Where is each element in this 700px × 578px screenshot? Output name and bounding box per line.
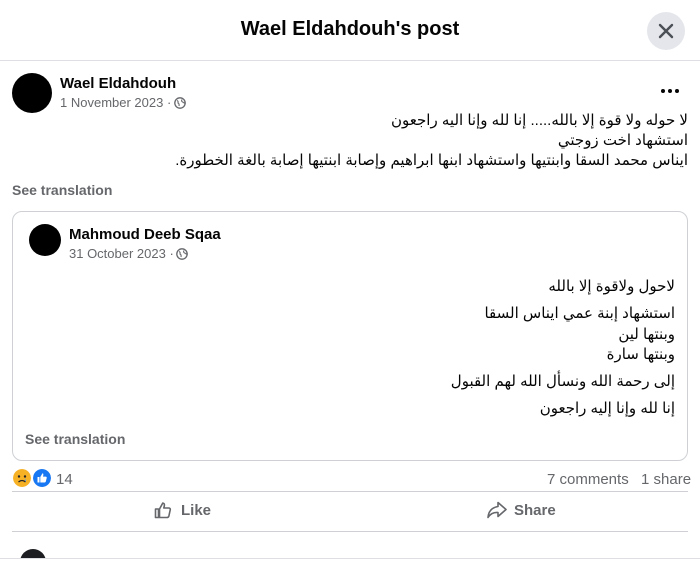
shared-text-line: استشهاد إبنة عمي ايناس السقا: [484, 305, 675, 322]
dialog-title: Wael Eldahdouh's post: [240, 18, 460, 40]
shared-text-line: وبنتها سارة: [606, 346, 675, 363]
shared-see-translation-link[interactable]: See translation: [25, 431, 125, 447]
share-label: Share: [514, 502, 556, 519]
dialog-footer: [0, 558, 700, 578]
post-text-line: استشهاد اخت زوجتي: [557, 132, 688, 149]
like-reaction-icon: [32, 468, 52, 488]
share-button[interactable]: Share: [484, 494, 564, 526]
shared-date-text: 31 October 2023: [69, 246, 166, 261]
comments-count[interactable]: 7 comments: [547, 471, 629, 488]
author-name[interactable]: Wael Eldahdouh: [60, 75, 176, 92]
divider: [12, 531, 688, 532]
shared-text-line: لاحول ولاقوة إلا بالله: [548, 278, 675, 295]
globe-icon: [176, 248, 188, 260]
divider: [12, 491, 688, 492]
close-icon: [658, 23, 674, 39]
dialog-header: Wael Eldahdouh's post: [0, 0, 700, 61]
share-icon: [487, 501, 507, 519]
author-avatar[interactable]: [12, 73, 52, 113]
thumbs-up-icon: [154, 502, 172, 519]
post-text-line: لا حوله ولا قوة إلا بالله..... إنا لله و…: [391, 112, 688, 129]
close-button[interactable]: [647, 12, 685, 50]
date-separator: ·: [169, 246, 174, 261]
post-text-line: ايناس محمد السقا وابنتيها واستشهاد ابنها…: [175, 152, 688, 169]
like-label: Like: [181, 502, 212, 519]
shares-count[interactable]: 1 share: [641, 471, 691, 488]
sad-reaction-icon: [12, 468, 32, 488]
shared-author-name[interactable]: Mahmoud Deeb Sqaa: [69, 226, 221, 243]
more-icon: [661, 89, 679, 93]
like-button[interactable]: Like: [150, 494, 230, 526]
post-date-text: 1 November 2023: [60, 95, 164, 110]
see-translation-link[interactable]: See translation: [12, 182, 112, 198]
shared-text-line: وبنتها لين: [618, 326, 675, 343]
date-separator: ·: [166, 95, 172, 110]
more-options-button[interactable]: [654, 78, 686, 102]
shared-text-line: إلى رحمة الله ونسأل الله لهم القبول: [450, 373, 675, 390]
post-date[interactable]: 1 November 2023 ·: [60, 95, 171, 110]
reaction-count[interactable]: 14: [56, 471, 73, 488]
shared-post-date[interactable]: 31 October 2023 ·: [69, 246, 174, 261]
globe-icon: [174, 97, 186, 109]
shared-author-avatar[interactable]: [29, 224, 61, 256]
shared-text-line: إنا لله وإنا إليه راجعون: [539, 400, 675, 417]
